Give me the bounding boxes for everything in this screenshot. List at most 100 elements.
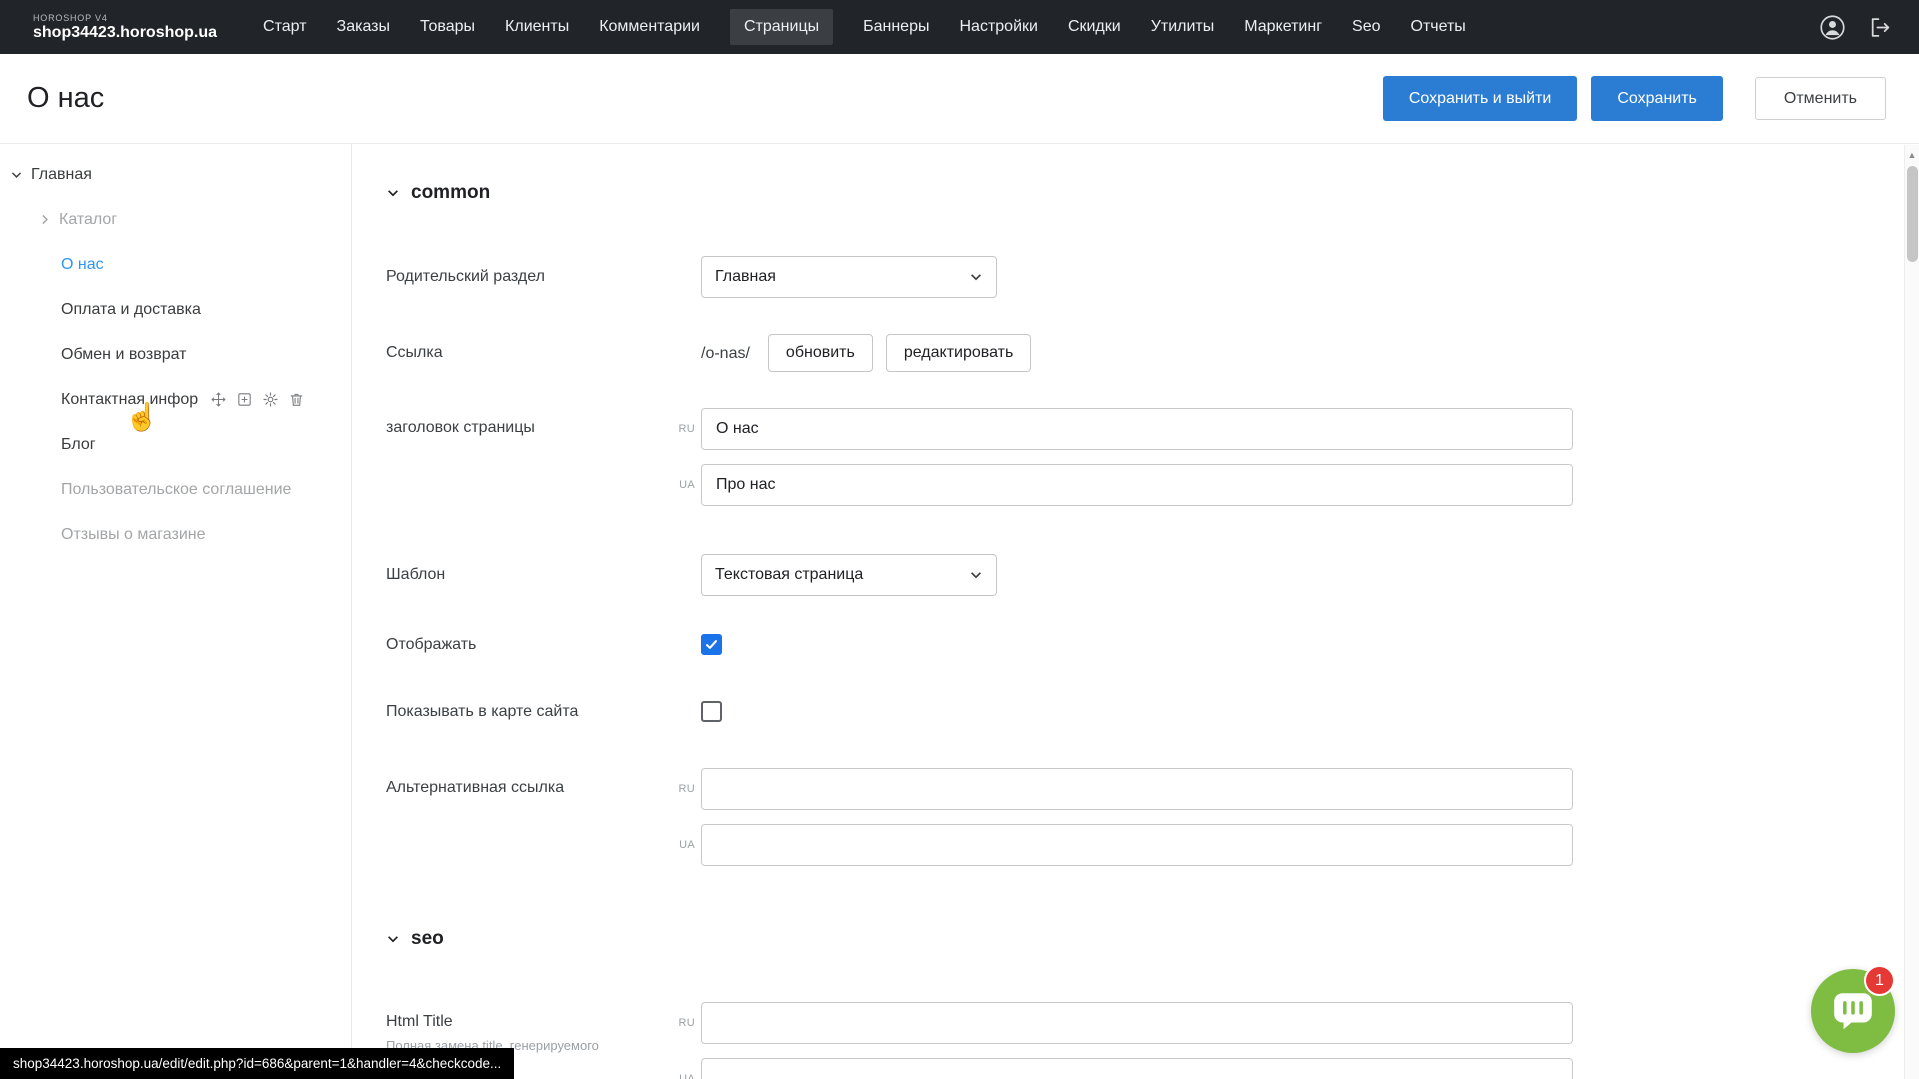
alt-link-input-ru[interactable] bbox=[701, 768, 1573, 810]
sidebar-item-home[interactable]: Главная bbox=[0, 152, 351, 197]
lang-label-ua: UA bbox=[671, 1073, 695, 1079]
html-title-label-block: Html Title Полная замена title, генериру… bbox=[386, 1002, 701, 1055]
sidebar-item-exchange-return[interactable]: Обмен и возврат bbox=[0, 332, 351, 377]
page-title-label: заголовок страницы bbox=[386, 408, 701, 437]
template-value: Текстовая страница bbox=[715, 566, 863, 584]
sitemap-label: Показывать в карте сайта bbox=[386, 703, 701, 721]
parent-section-row: Родительский раздел Главная bbox=[386, 256, 1879, 298]
nav-discounts[interactable]: Скидки bbox=[1068, 9, 1121, 45]
sidebar-item-payment-delivery[interactable]: Оплата и доставка bbox=[0, 287, 351, 332]
sidebar-item-label: Контактная инфор bbox=[61, 391, 198, 409]
body: Главная Каталог О нас Оплата и доставка … bbox=[0, 144, 1919, 1079]
nav-banners[interactable]: Баннеры bbox=[863, 9, 929, 45]
pages-tree-sidebar: Главная Каталог О нас Оплата и доставка … bbox=[0, 144, 352, 1079]
sidebar-item-store-reviews[interactable]: Отзывы о магазине bbox=[0, 512, 351, 557]
alt-link-label: Альтернативная ссылка bbox=[386, 768, 701, 797]
section-seo[interactable]: seo bbox=[386, 926, 1879, 952]
nav-reports[interactable]: Отчеты bbox=[1411, 9, 1466, 45]
page-title-input-ua[interactable] bbox=[701, 464, 1573, 506]
template-row: Шаблон Текстовая страница bbox=[386, 554, 1879, 596]
tree-item-actions bbox=[210, 391, 305, 408]
sidebar-item-user-agreement[interactable]: Пользовательское соглашение bbox=[0, 467, 351, 512]
alt-link-input-ua[interactable] bbox=[701, 824, 1573, 866]
save-button[interactable]: Сохранить bbox=[1591, 76, 1723, 121]
template-label: Шаблон bbox=[386, 566, 701, 584]
status-url-tooltip: shop34423.horoshop.ua/edit/edit.php?id=6… bbox=[0, 1048, 514, 1079]
link-path: /o-nas/ bbox=[701, 343, 750, 363]
chat-unread-badge: 1 bbox=[1864, 965, 1895, 996]
nav-seo[interactable]: Seo bbox=[1352, 9, 1380, 45]
scrollbar-thumb[interactable] bbox=[1907, 166, 1918, 262]
sitemap-checkbox[interactable] bbox=[701, 701, 722, 722]
alt-link-row: Альтернативная ссылка RU UA bbox=[386, 768, 1879, 866]
nav-clients[interactable]: Клиенты bbox=[505, 9, 569, 45]
cancel-button[interactable]: Отменить bbox=[1755, 77, 1886, 120]
chat-widget-button[interactable]: 1 bbox=[1811, 969, 1895, 1053]
edit-link-button[interactable]: редактировать bbox=[886, 334, 1031, 372]
sidebar-item-label: Оплата и доставка bbox=[61, 301, 201, 319]
nav-settings[interactable]: Настройки bbox=[959, 9, 1037, 45]
page-title: О нас bbox=[27, 82, 104, 115]
html-title-row: Html Title Полная замена title, генериру… bbox=[386, 1002, 1879, 1079]
trash-icon[interactable] bbox=[288, 391, 305, 408]
nav-marketing[interactable]: Маркетинг bbox=[1244, 9, 1322, 45]
move-icon[interactable] bbox=[210, 391, 227, 408]
sidebar-item-blog[interactable]: Блог bbox=[0, 422, 351, 467]
brand[interactable]: HOROSHOP V4 shop34423.horoshop.ua bbox=[33, 13, 217, 42]
scrollbar[interactable]: ▲ bbox=[1904, 145, 1919, 1079]
lang-label-ru: RU bbox=[671, 423, 695, 435]
html-title-label: Html Title bbox=[386, 1013, 701, 1031]
section-seo-label: seo bbox=[411, 928, 444, 950]
link-label: Ссылка bbox=[386, 344, 701, 362]
brand-domain: shop34423.horoshop.ua bbox=[33, 24, 217, 42]
lang-label-ua: UA bbox=[671, 479, 695, 491]
account-icon[interactable] bbox=[1819, 14, 1846, 41]
chevron-down-icon bbox=[10, 168, 23, 181]
nav-comments[interactable]: Комментарии bbox=[599, 9, 700, 45]
save-and-exit-button[interactable]: Сохранить и выйти bbox=[1383, 76, 1578, 121]
sidebar-item-label: Главная bbox=[31, 166, 92, 184]
header-actions: Сохранить и выйти Сохранить Отменить bbox=[1383, 76, 1886, 121]
sidebar-item-label: Блог bbox=[61, 436, 96, 454]
page-title-input-ru[interactable] bbox=[701, 408, 1573, 450]
app-window: HOROSHOP V4 shop34423.horoshop.ua Старт … bbox=[0, 0, 1919, 1079]
display-checkbox[interactable] bbox=[701, 634, 722, 655]
scroll-up-icon[interactable]: ▲ bbox=[1905, 145, 1919, 160]
logout-icon[interactable] bbox=[1868, 15, 1893, 40]
section-common[interactable]: common bbox=[386, 180, 1879, 206]
html-title-input-ua[interactable] bbox=[701, 1058, 1573, 1079]
brand-version: HOROSHOP V4 bbox=[33, 13, 217, 23]
check-icon bbox=[704, 637, 719, 652]
sidebar-item-contact-info[interactable]: Контактная инфор bbox=[0, 377, 351, 422]
page-edit-form: common Родительский раздел Главная Ссылк… bbox=[352, 144, 1919, 1079]
sidebar-item-catalog[interactable]: Каталог bbox=[0, 197, 351, 242]
chevron-down-icon bbox=[969, 270, 983, 284]
link-row: Ссылка /o-nas/ обновить редактировать bbox=[386, 334, 1879, 372]
sidebar-item-label: Отзывы о магазине bbox=[61, 526, 206, 544]
display-row: Отображать bbox=[386, 634, 1879, 655]
nav-start[interactable]: Старт bbox=[263, 9, 306, 45]
sitemap-row: Показывать в карте сайта bbox=[386, 701, 1879, 722]
add-page-icon[interactable] bbox=[236, 391, 253, 408]
chevron-right-icon bbox=[38, 213, 51, 226]
parent-section-label: Родительский раздел bbox=[386, 268, 701, 286]
gear-icon[interactable] bbox=[262, 391, 279, 408]
chevron-down-icon bbox=[969, 568, 983, 582]
status-url-text: shop34423.horoshop.ua/edit/edit.php?id=6… bbox=[13, 1056, 501, 1071]
nav-products[interactable]: Товары bbox=[420, 9, 475, 45]
display-label: Отображать bbox=[386, 636, 701, 654]
refresh-link-button[interactable]: обновить bbox=[768, 334, 873, 372]
nav-orders[interactable]: Заказы bbox=[337, 9, 390, 45]
top-nav: Старт Заказы Товары Клиенты Комментарии … bbox=[263, 9, 1466, 45]
sidebar-item-label: Каталог bbox=[59, 211, 117, 229]
nav-utilities[interactable]: Утилиты bbox=[1151, 9, 1215, 45]
lang-label-ua: UA bbox=[671, 839, 695, 851]
chevron-down-icon bbox=[386, 186, 400, 200]
template-select[interactable]: Текстовая страница bbox=[701, 554, 997, 596]
nav-pages[interactable]: Страницы bbox=[730, 9, 833, 45]
page-title-row: заголовок страницы RU UA bbox=[386, 408, 1879, 506]
parent-section-select[interactable]: Главная bbox=[701, 256, 997, 298]
topbar-actions bbox=[1819, 14, 1893, 41]
html-title-input-ru[interactable] bbox=[701, 1002, 1573, 1044]
sidebar-item-about[interactable]: О нас bbox=[0, 242, 351, 287]
